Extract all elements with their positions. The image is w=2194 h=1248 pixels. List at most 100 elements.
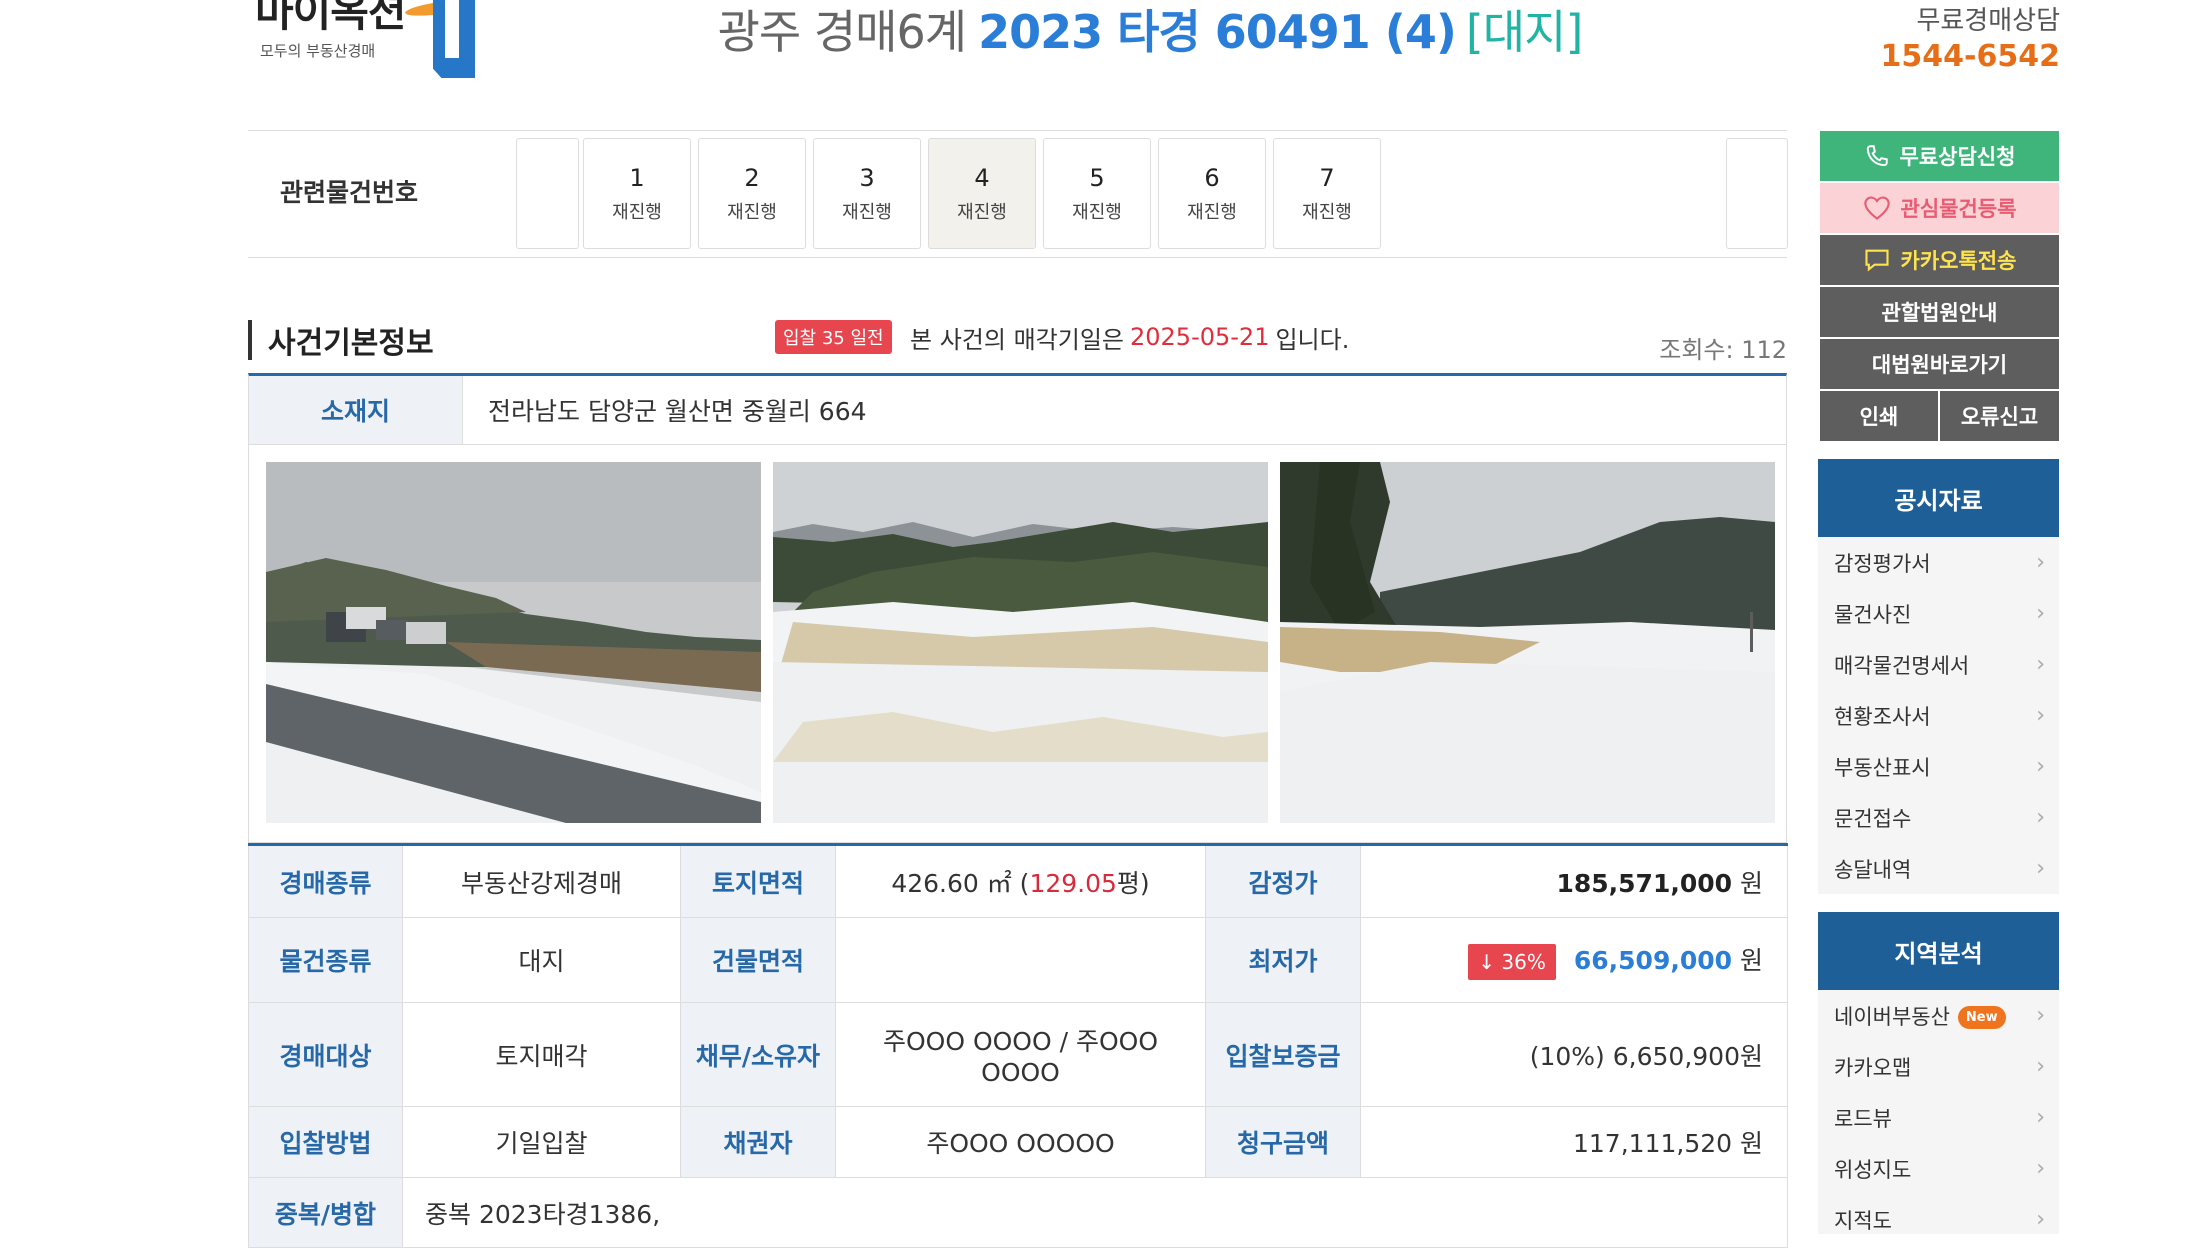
- public-doc-link[interactable]: 문건접수 ›: [1834, 792, 2045, 843]
- chevron-right-icon: ›: [2036, 1003, 2045, 1028]
- table-row: 경매대상 토지매각 채무/소유자 주OOO OOOO / 주OOO OOOO 입…: [248, 1002, 1788, 1107]
- link-label: 물건사진: [1834, 602, 1912, 627]
- sale-date: 2025-05-21: [1129, 323, 1270, 351]
- days-left-badge: 입찰 35 일전: [775, 320, 892, 354]
- related-item-number: 1: [629, 163, 645, 192]
- related-item-status: 재진행: [727, 201, 777, 223]
- free-consult-button[interactable]: 무료상담신청: [1820, 131, 2059, 181]
- related-item-7[interactable]: 7 재진행: [1273, 138, 1381, 249]
- land-area-pyeong: 129.05: [1029, 868, 1117, 898]
- related-item-1[interactable]: 1 재진행: [583, 138, 691, 249]
- link-label: 로드뷰: [1834, 1106, 1892, 1131]
- table-row: 중복/병합 중복 2023타경1386,: [248, 1177, 1788, 1248]
- region-link[interactable]: 지적도 ›: [1834, 1194, 2045, 1245]
- related-item-2[interactable]: 2 재진행: [698, 138, 806, 249]
- kakao-send-button[interactable]: 카카오톡전송: [1820, 235, 2059, 285]
- free-consult-label: 무료상담신청: [1899, 145, 2016, 169]
- phone-icon: [1866, 145, 1888, 167]
- related-item-6[interactable]: 6 재진행: [1158, 138, 1266, 249]
- link-label: 송달내역: [1834, 857, 1912, 882]
- print-button[interactable]: 인쇄: [1820, 391, 1938, 441]
- report-error-button[interactable]: 오류신고: [1940, 391, 2059, 441]
- related-item-3[interactable]: 3 재진행: [813, 138, 921, 249]
- page-title: 광주 경매6계 2023 타경 60491 (4) [대지]: [600, 0, 1700, 59]
- property-photo-3[interactable]: [1280, 462, 1775, 823]
- min-price-amount: 66,509,000: [1573, 945, 1733, 975]
- claim-value: 117,111,520 원: [1360, 1106, 1788, 1178]
- chevron-right-icon: ›: [2036, 601, 2045, 626]
- court-guide-button[interactable]: 관할법원안내: [1820, 287, 2059, 337]
- min-price-label: 최저가: [1205, 917, 1361, 1003]
- related-item-4[interactable]: 4 재진행: [928, 138, 1036, 249]
- building-area-value: [835, 917, 1206, 1003]
- public-doc-link[interactable]: 감정평가서 ›: [1834, 537, 2045, 588]
- min-price-value: ↓ 36% 66,509,000 원: [1360, 917, 1788, 1003]
- region-link[interactable]: 로드뷰 ›: [1834, 1092, 2045, 1143]
- consult-label: 무료경매상담: [1916, 6, 2060, 36]
- table-row: 물건종류 대지 건물면적 최저가 ↓ 36% 66,509,000 원: [248, 917, 1788, 1003]
- kakao-send-label: 카카오톡전송: [1900, 249, 2017, 273]
- link-label: 현황조사서: [1834, 704, 1931, 729]
- chevron-right-icon: ›: [2036, 856, 2045, 881]
- debtor-label: 채무/소유자: [680, 1002, 836, 1107]
- public-docs-header: 공시자료: [1818, 459, 2059, 537]
- related-item-number: 5: [1089, 163, 1105, 192]
- link-label: 카카오맵: [1834, 1055, 1912, 1080]
- chevron-right-icon: ›: [2036, 1156, 2045, 1181]
- link-label: 위성지도: [1834, 1157, 1912, 1182]
- new-badge: New: [1957, 1006, 2006, 1029]
- duplicate-value: 중복 2023타경1386,: [402, 1177, 1788, 1248]
- sale-date-notice: 본 사건의 매각기일은 2025-05-21 입니다.: [910, 320, 1349, 354]
- method-label: 입찰방법: [248, 1106, 403, 1178]
- public-doc-link[interactable]: 부동산표시 ›: [1834, 741, 2045, 792]
- chevron-right-icon: ›: [2036, 652, 2045, 677]
- site-logo[interactable]: 마이옥션 모두의 부동산경매: [255, 0, 476, 82]
- related-item-5[interactable]: 5 재진행: [1043, 138, 1151, 249]
- favorite-button[interactable]: 관심물건등록: [1820, 183, 2059, 233]
- related-item-status: 재진행: [957, 201, 1007, 223]
- auction-kind-value: 부동산강제경매: [402, 844, 681, 918]
- link-label: 네이버부동산: [1834, 1004, 1950, 1029]
- related-items-label: 관련물건번호: [280, 178, 419, 207]
- public-doc-link[interactable]: 현황조사서 ›: [1834, 690, 2045, 741]
- property-type-tag: [대지]: [1465, 5, 1584, 59]
- related-prev-button[interactable]: [516, 138, 579, 249]
- land-area-value: 426.60 ㎡ (129.05평): [835, 844, 1206, 918]
- supreme-court-link-button[interactable]: 대법원바로가기: [1820, 339, 2059, 389]
- target-label: 경매대상: [248, 1002, 403, 1107]
- related-item-status: 재진행: [842, 201, 892, 223]
- logo-mark-icon: [433, 0, 475, 78]
- region-link[interactable]: 카카오맵 ›: [1834, 1041, 2045, 1092]
- land-area-unit: 평): [1116, 868, 1150, 898]
- related-next-button[interactable]: [1726, 138, 1788, 249]
- logo-text: 마이옥션: [255, 0, 407, 36]
- heart-icon: [1863, 196, 1890, 220]
- claim-label: 청구금액: [1205, 1106, 1361, 1178]
- table-row: 입찰방법 기일입찰 채권자 주OOO OOOOO 청구금액 117,111,52…: [248, 1106, 1788, 1178]
- link-label: 부동산표시: [1834, 755, 1931, 780]
- chevron-right-icon: ›: [2036, 1105, 2045, 1130]
- region-link-naver[interactable]: 네이버부동산 New ›: [1834, 990, 2045, 1041]
- public-doc-link[interactable]: 물건사진 ›: [1834, 588, 2045, 639]
- appraisal-label: 감정가: [1205, 844, 1361, 918]
- building-area-label: 건물면적: [680, 917, 836, 1003]
- method-value: 기일입찰: [402, 1106, 681, 1178]
- public-doc-link[interactable]: 매각물건명세서 ›: [1834, 639, 2045, 690]
- land-area-label: 토지면적: [680, 844, 836, 918]
- related-item-number: 7: [1319, 163, 1335, 192]
- notice-suffix: 입니다.: [1275, 325, 1350, 354]
- property-photo-1[interactable]: [266, 462, 761, 823]
- property-kind-value: 대지: [402, 917, 681, 1003]
- property-photo-2[interactable]: [773, 462, 1268, 823]
- related-item-number: 6: [1204, 163, 1220, 192]
- duplicate-label: 중복/병합: [248, 1177, 403, 1248]
- chevron-right-icon: ›: [2036, 550, 2045, 575]
- consult-phone[interactable]: 1544-6542: [1881, 39, 2060, 74]
- chevron-right-icon: ›: [2036, 1207, 2045, 1232]
- public-doc-link[interactable]: 송달내역 ›: [1834, 843, 2045, 894]
- region-link[interactable]: 위성지도 ›: [1834, 1143, 2045, 1194]
- appraisal-value: 185,571,000 원: [1360, 844, 1788, 918]
- consult-contact: 무료경매상담 1544-6542: [1881, 0, 2060, 74]
- chevron-right-icon: ›: [2036, 1054, 2045, 1079]
- notice-prefix: 본 사건의 매각기일은: [910, 325, 1124, 354]
